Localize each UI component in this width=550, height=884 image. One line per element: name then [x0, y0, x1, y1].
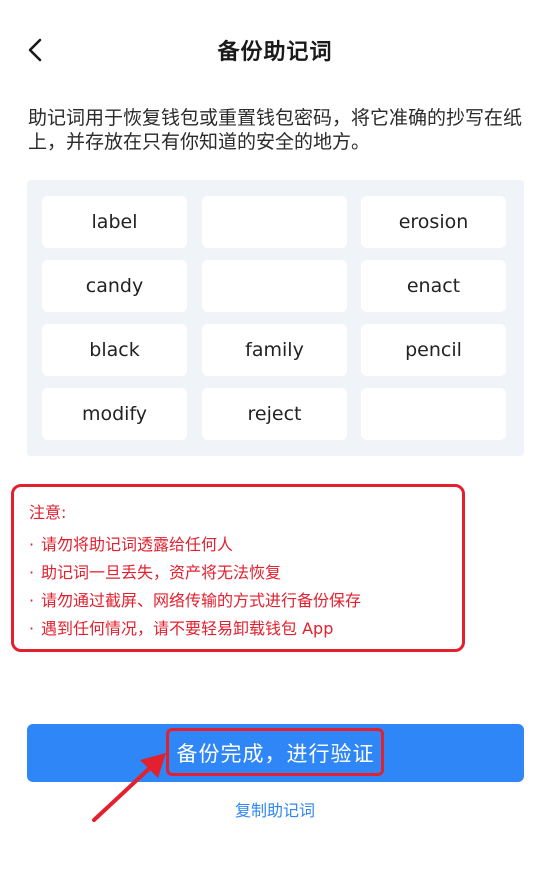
instruction-text: 助记词用于恢复钱包或重置钱包密码，将它准确的抄写在纸上，并存放在只有你知道的安全…	[28, 107, 523, 153]
copy-mnemonic-link[interactable]: 复制助记词	[0, 797, 550, 821]
mnemonic-word-8: family	[202, 324, 347, 376]
mnemonic-word-11: reject	[202, 388, 347, 440]
mnemonic-panel: label erosion candy enact black family p…	[27, 180, 524, 456]
notice-box: 注意: · 请勿将助记词透露给任何人 · 助记词一旦丢失，资产将无法恢复 · 请勿通过…	[11, 484, 465, 652]
notice-list: · 请勿将助记词透露给任何人 · 助记词一旦丢失，资产将无法恢复 · 请勿通过截屏、网…	[29, 531, 361, 643]
mnemonic-word-9: pencil	[361, 324, 506, 376]
header: 备份助记词	[0, 0, 550, 100]
bullet: ·	[29, 563, 35, 582]
bullet: ·	[29, 535, 35, 554]
bullet: ·	[29, 591, 35, 610]
notice-item: · 遇到任何情况，请不要轻易卸载钱包 App	[29, 615, 361, 643]
notice-item: · 请勿通过截屏、网络传输的方式进行备份保存	[29, 587, 361, 615]
mnemonic-word-2	[202, 196, 347, 248]
notice-item: · 请勿将助记词透露给任何人	[29, 531, 361, 559]
mnemonic-word-10: modify	[42, 388, 187, 440]
page-title: 备份助记词	[217, 40, 333, 65]
mnemonic-word-7: black	[42, 324, 187, 376]
mnemonic-word-4: candy	[42, 260, 187, 312]
mnemonic-word-6: enact	[361, 260, 506, 312]
notice-item: · 助记词一旦丢失，资产将无法恢复	[29, 559, 361, 587]
mnemonic-word-1: label	[42, 196, 187, 248]
notice-title: 注意:	[29, 503, 67, 522]
mnemonic-word-12	[361, 388, 506, 440]
mnemonic-word-3: erosion	[361, 196, 506, 248]
bullet: ·	[29, 619, 35, 638]
mnemonic-word-5	[202, 260, 347, 312]
